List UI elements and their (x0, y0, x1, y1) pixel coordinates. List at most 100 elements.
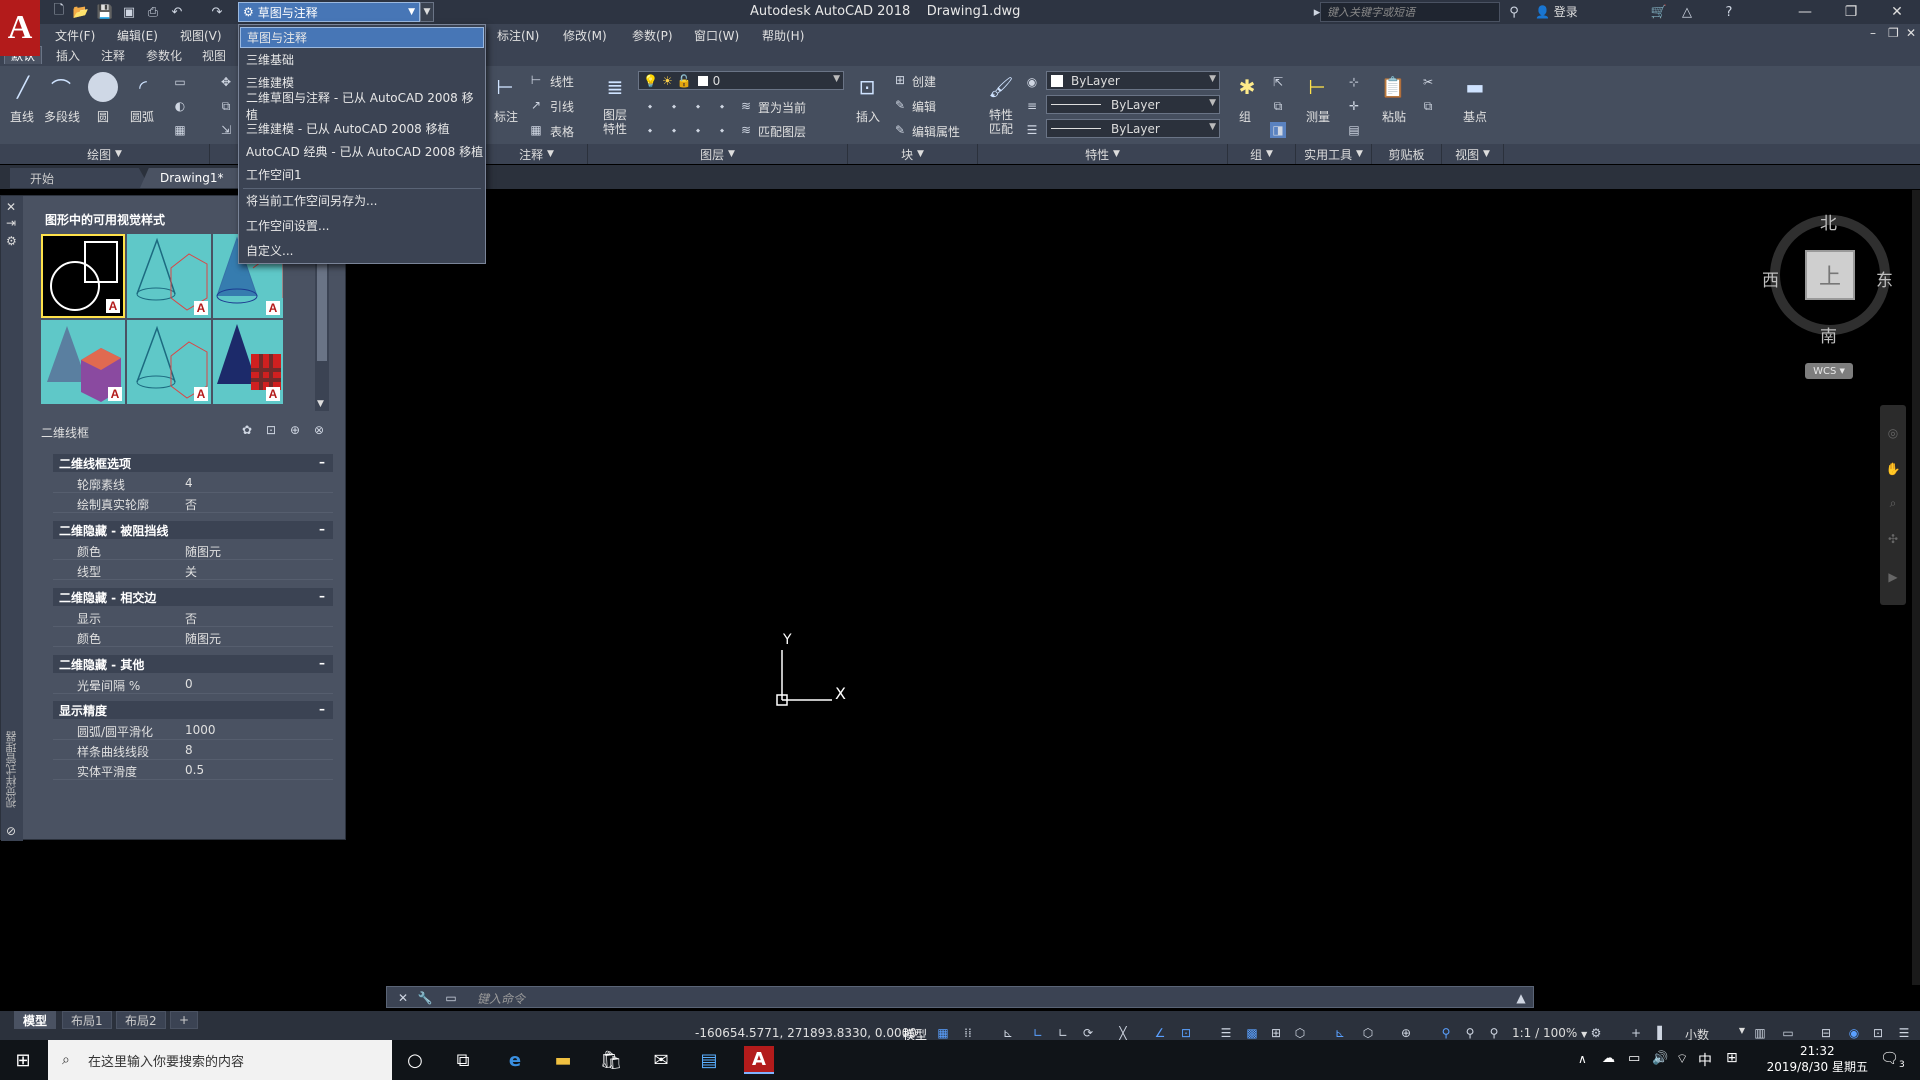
auto-scale-icon[interactable]: ⚲ (1462, 1025, 1478, 1041)
set-current-label[interactable]: 置为当前 (758, 99, 806, 116)
match-layer-label[interactable]: 匹配图层 (758, 123, 806, 140)
create-label[interactable]: 创建 (912, 73, 936, 90)
login-button[interactable]: 👤 登录 (1535, 3, 1578, 20)
tray-expand-icon[interactable]: ∧ (1578, 1052, 1587, 1066)
lock-ui-icon[interactable]: ▭ (1780, 1025, 1796, 1041)
tab-annotate[interactable]: 注释 (95, 46, 131, 64)
panel-view-title[interactable]: 视图 ▼ (1442, 144, 1504, 164)
undo-icon[interactable]: ↶ (168, 3, 186, 21)
file-explorer-icon[interactable]: ▬ (548, 1046, 578, 1074)
panel-groups-title[interactable]: 组 ▼ (1228, 144, 1296, 164)
property-value[interactable]: 0.5 (185, 763, 204, 777)
color-combo[interactable]: ByLayer ▼ (1046, 71, 1220, 90)
copy-icon[interactable]: ⧉ (218, 98, 234, 114)
quick-properties-icon[interactable]: ▥ (1752, 1025, 1768, 1041)
edit-attributes-icon[interactable]: ✎ (892, 122, 908, 138)
point-icon[interactable]: ✛ (1346, 98, 1362, 114)
isolate-objects-icon[interactable]: ◉ (1846, 1025, 1862, 1041)
folder-app-icon[interactable]: ▤ (694, 1046, 724, 1074)
ortho-icon[interactable]: ∟ (1030, 1025, 1046, 1041)
base-view-icon[interactable]: ▬ (1460, 72, 1490, 102)
section-header[interactable]: 二维线框选项 – (53, 454, 333, 472)
a360-icon[interactable]: △ (1678, 3, 1696, 21)
layer-thaw-icon[interactable]: ⬩ (690, 122, 706, 138)
layer-lock-icon[interactable]: ⬩ (714, 98, 730, 114)
circle-icon[interactable] (88, 72, 118, 102)
save-icon[interactable]: 💾 (96, 3, 114, 21)
arc-icon[interactable]: ◜ (128, 72, 158, 102)
workspace-option[interactable]: 二维草图与注释 - 已从 AutoCAD 2008 移植 (240, 91, 484, 122)
property-row[interactable]: 样条曲线线段 8 (53, 740, 333, 760)
edit-attributes-label[interactable]: 编辑属性 (912, 123, 960, 140)
ungroup-icon[interactable]: ⇱ (1270, 74, 1286, 90)
section-header[interactable]: 二维隐藏 - 相交边 – (53, 588, 333, 606)
cut-icon[interactable]: ✂ (1420, 74, 1436, 90)
tab-view[interactable]: 视图 (196, 46, 232, 64)
lineweight-toggle-icon[interactable]: ☰ (1218, 1025, 1234, 1041)
property-value[interactable]: 随图元 (185, 543, 221, 560)
workspace-option[interactable]: 三维建模 - 已从 AutoCAD 2008 移植 (240, 118, 484, 139)
workspace-settings-item[interactable]: 工作空间设置... (240, 215, 484, 236)
lineweight-combo[interactable]: ByLayer ▼ (1046, 119, 1220, 138)
chevron-down-icon[interactable]: ▼ (317, 399, 324, 409)
viewcube-south[interactable]: 南 (1820, 322, 1837, 347)
leader-icon[interactable]: ↗ (528, 97, 544, 113)
menu-parametric[interactable]: 参数(P) (632, 27, 673, 44)
workspace-option[interactable]: AutoCAD 经典 - 已从 AutoCAD 2008 移植 (240, 141, 484, 162)
layout-tab-2[interactable]: 布局2 (116, 1011, 166, 1029)
style-thumb-shaded-edges[interactable]: A (127, 320, 211, 404)
layer-unlock-icon[interactable]: ⬩ (714, 122, 730, 138)
property-row[interactable]: 颜色 随图元 (53, 627, 333, 647)
calculator-icon[interactable]: ▤ (1346, 122, 1362, 138)
clean-screen-icon[interactable]: ⊡ (1870, 1025, 1886, 1041)
measure-icon[interactable]: ⊢ (1302, 72, 1332, 102)
save-as-icon[interactable]: ▣ (120, 3, 138, 21)
tab-parametric[interactable]: 参数化 (140, 46, 188, 64)
3d-osnap-icon[interactable]: ⬡ (1292, 1025, 1308, 1041)
panel-layers-title[interactable]: 图层 ▼ (588, 144, 848, 164)
doc-minimize-button[interactable]: – (1870, 26, 1876, 40)
style-thumb-2d-wireframe[interactable]: A (41, 234, 125, 318)
property-value[interactable]: 1000 (185, 723, 216, 737)
help-icon[interactable]: ? (1720, 3, 1738, 21)
property-value[interactable]: 关 (185, 563, 197, 580)
collapse-icon[interactable]: – (319, 522, 325, 536)
osnap-icon[interactable]: ∠ (1152, 1025, 1168, 1041)
steering-wheel-icon[interactable]: ◎ (1885, 425, 1901, 441)
copy-clip-icon[interactable]: ⧉ (1420, 98, 1436, 114)
match-properties-icon[interactable]: 🖌 (986, 72, 1016, 102)
collapse-icon[interactable]: – (319, 702, 325, 716)
property-row[interactable]: 绘制真实轮廓 否 (53, 493, 333, 513)
edit-block-icon[interactable]: ✎ (892, 97, 908, 113)
polyline-icon[interactable]: ⌒ (46, 72, 76, 102)
new-icon[interactable]: 🗋 (50, 3, 68, 21)
doc-close-button[interactable]: ✕ (1906, 26, 1916, 40)
delete-style-icon[interactable]: ⊗ (311, 422, 327, 438)
section-header[interactable]: 显示精度 – (53, 701, 333, 719)
menu-edit[interactable]: 编辑(E) (117, 27, 158, 44)
property-row[interactable]: 实体平滑度 0.5 (53, 760, 333, 780)
layer-unisolate-icon[interactable]: ⬩ (666, 122, 682, 138)
property-row[interactable]: 显示 否 (53, 607, 333, 627)
layer-freeze-icon[interactable]: ⬩ (690, 98, 706, 114)
menu-view[interactable]: 视图(V) (180, 27, 222, 44)
panel-clipboard-title[interactable]: 剪贴板 (1372, 144, 1442, 164)
cmd-close-icon[interactable]: ✕ (395, 990, 411, 1006)
move-icon[interactable]: ✥ (218, 74, 234, 90)
maximize-button[interactable]: ❐ (1828, 0, 1874, 24)
taskbar-search[interactable]: ⌕ 在这里输入你要搜索的内容 (48, 1040, 392, 1080)
search-input[interactable]: 键入关键字或短语 (1320, 2, 1500, 22)
linear-icon[interactable]: ⊢ (528, 72, 544, 88)
menu-modify[interactable]: 修改(M) (563, 27, 607, 44)
workspace-option[interactable]: 工作空间1 (240, 164, 484, 185)
network-icon[interactable]: ▭ (1628, 1051, 1640, 1066)
panel-block-title[interactable]: 块 ▼ (848, 144, 978, 164)
hardware-acceleration-icon[interactable]: ⊟ (1818, 1025, 1834, 1041)
panel-properties-title[interactable]: 特性 ▼ (978, 144, 1228, 164)
property-row[interactable]: 光晕间隔 % 0 (53, 674, 333, 694)
selection-filter-icon[interactable]: ⬡ (1360, 1025, 1376, 1041)
insert-block-icon[interactable]: ⊡ (852, 72, 882, 102)
menu-help[interactable]: 帮助(H) (762, 27, 804, 44)
dynamic-ucs-icon[interactable]: ⊾ (1332, 1025, 1348, 1041)
style-thumb-xray[interactable]: A (213, 320, 283, 404)
